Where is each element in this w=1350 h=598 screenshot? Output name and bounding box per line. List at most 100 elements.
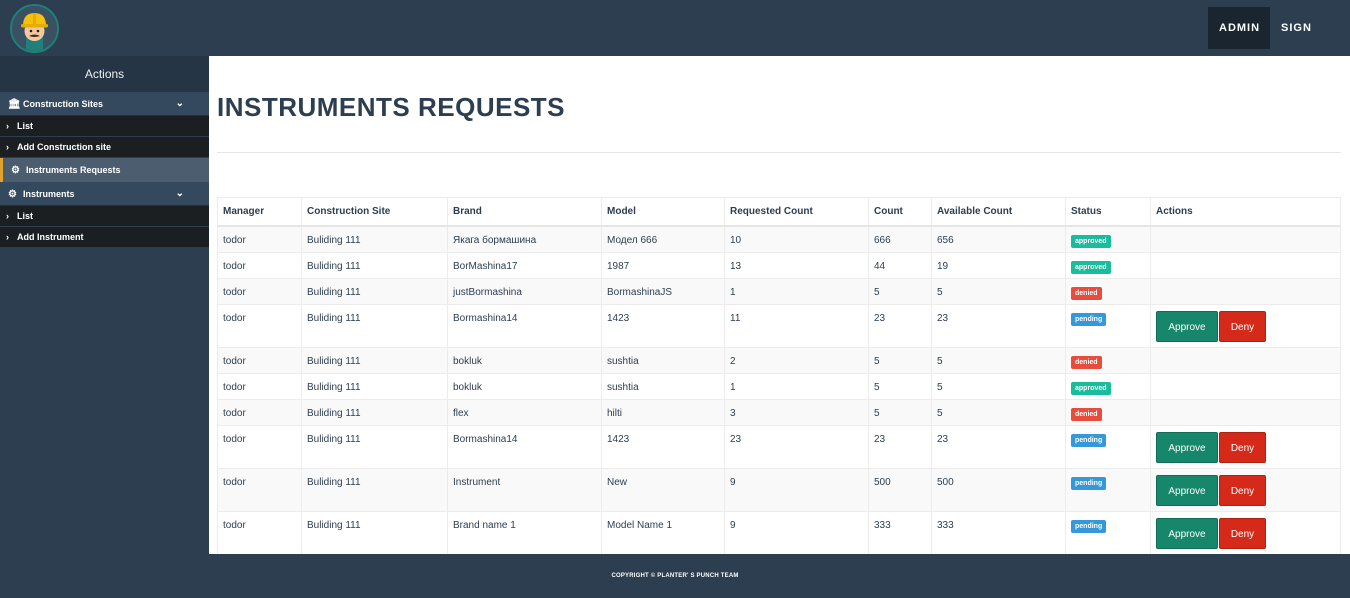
status-badge: pending [1071, 313, 1107, 326]
cell-count: 23 [868, 304, 932, 348]
status-badge: denied [1071, 408, 1102, 421]
sidebar-item-instruments-list[interactable]: › List [0, 206, 209, 227]
sidebar-item-sites-list[interactable]: › List [0, 116, 209, 137]
table-row: todor Buliding 111 justBormashina Bormashin… [217, 278, 1341, 305]
cell-count: 5 [868, 373, 932, 400]
sidebar-item-instruments-requests[interactable]: ⚙ Instruments Requests [0, 158, 209, 182]
cell-status: denied [1065, 399, 1151, 426]
cell-site: Buliding 111 [301, 252, 448, 279]
cell-status: pending [1065, 511, 1151, 554]
admin-button[interactable]: ADMIN [1208, 7, 1270, 49]
cell-actions [1150, 347, 1341, 374]
sidebar-group-label: Construction Sites [23, 99, 104, 109]
cell-brand: Brand name 1 [447, 511, 602, 554]
cell-brand: bokluk [447, 347, 602, 374]
gears-icon: ⚙ [11, 165, 20, 176]
column-header: Construction Site [301, 197, 448, 227]
cell-site: Buliding 111 [301, 278, 448, 305]
cell-count: 5 [868, 399, 932, 426]
cell-site: Buliding 111 [301, 468, 448, 512]
cell-brand: Якага бормашина [447, 225, 602, 253]
cell-status: pending [1065, 425, 1151, 469]
table-row: todor Buliding 111 Brand name 1 Model Name … [217, 511, 1341, 554]
table-row: todor Buliding 111 Bormashina14 1423 23 23 23 p… [217, 425, 1341, 469]
sidebar-item-label: List [17, 211, 34, 221]
divider [217, 152, 1341, 153]
deny-button[interactable]: Deny [1219, 518, 1266, 549]
page-title: INSTRUMENTS REQUESTS [217, 92, 566, 122]
sidebar-item-add-instrument[interactable]: › Add Instrument [0, 227, 209, 248]
chevron-right-icon: › [6, 121, 9, 131]
sidebar-item-label: Instruments Requests [26, 165, 121, 175]
cell-model: Model Name 1 [601, 511, 725, 554]
cell-brand: Bormashina14 [447, 304, 602, 348]
cell-manager: todor [217, 347, 302, 374]
cell-actions [1150, 373, 1341, 400]
cell-manager: todor [217, 468, 302, 512]
cell-available: 5 [931, 399, 1066, 426]
logo-builder-avatar-icon[interactable] [10, 4, 59, 53]
cell-available: 500 [931, 468, 1066, 512]
column-header: Status [1065, 197, 1151, 227]
column-header: Manager [217, 197, 302, 227]
sidebar-group-label: Instruments [23, 189, 75, 199]
column-header: Actions [1150, 197, 1341, 227]
status-badge: pending [1071, 477, 1107, 490]
cell-status: approved [1065, 225, 1151, 253]
sidebar-group-construction-sites[interactable]: 🏛 Construction Sites ⌄ [0, 92, 209, 116]
main-content: INSTRUMENTS REQUESTS Manager Constructio… [209, 56, 1350, 554]
cell-available: 23 [931, 425, 1066, 469]
status-badge: pending [1071, 520, 1107, 533]
column-header: Requested Count [724, 197, 869, 227]
approve-button[interactable]: Approve [1156, 518, 1218, 549]
column-header: Model [601, 197, 725, 227]
cell-site: Buliding 111 [301, 347, 448, 374]
cell-requested: 3 [724, 399, 869, 426]
cell-available: 333 [931, 511, 1066, 554]
cell-status: denied [1065, 347, 1151, 374]
table-row: todor Buliding 111 flex hilti 3 5 5 denied [217, 399, 1341, 426]
cell-available: 656 [931, 225, 1066, 253]
cell-manager: todor [217, 225, 302, 253]
deny-button[interactable]: Deny [1219, 311, 1266, 342]
cell-brand: Instrument [447, 468, 602, 512]
sidebar-item-label: Add Construction site [17, 142, 111, 152]
status-badge: denied [1071, 356, 1102, 369]
cell-site: Buliding 111 [301, 304, 448, 348]
approve-button[interactable]: Approve [1156, 475, 1218, 506]
sidebar: Actions 🏛 Construction Sites ⌄ › List › Add… [0, 56, 209, 554]
cell-model: 1987 [601, 252, 725, 279]
cell-actions [1150, 252, 1341, 279]
column-header: Available Count [931, 197, 1066, 227]
sidebar-item-add-construction-site[interactable]: › Add Construction site [0, 137, 209, 158]
cell-status: pending [1065, 468, 1151, 512]
approve-button[interactable]: Approve [1156, 432, 1218, 463]
cell-manager: todor [217, 252, 302, 279]
status-badge: approved [1071, 382, 1111, 395]
sidebar-group-instruments[interactable]: ⚙ Instruments ⌄ [0, 182, 209, 206]
cell-site: Buliding 111 [301, 511, 448, 554]
cell-model: BormashinaJS [601, 278, 725, 305]
status-badge: pending [1071, 434, 1107, 447]
cell-actions: Approve Deny [1150, 304, 1341, 348]
cell-available: 19 [931, 252, 1066, 279]
deny-button[interactable]: Deny [1219, 475, 1266, 506]
cell-count: 23 [868, 425, 932, 469]
cell-model: sushtia [601, 373, 725, 400]
deny-button[interactable]: Deny [1219, 432, 1266, 463]
cell-available: 5 [931, 347, 1066, 374]
cell-count: 333 [868, 511, 932, 554]
cell-site: Buliding 111 [301, 399, 448, 426]
table-row: todor Buliding 111 Bormashina14 1423 11 23 23 p… [217, 304, 1341, 348]
cell-available: 23 [931, 304, 1066, 348]
cell-brand: justBormashina [447, 278, 602, 305]
cell-requested: 13 [724, 252, 869, 279]
cell-available: 5 [931, 278, 1066, 305]
approve-button[interactable]: Approve [1156, 311, 1218, 342]
signout-button[interactable]: SIGN OUT [1270, 7, 1350, 76]
cell-brand: bokluk [447, 373, 602, 400]
cell-manager: todor [217, 278, 302, 305]
cell-actions: Approve Deny [1150, 468, 1341, 512]
table-row: todor Buliding 111 Instrument New 9 500 500 pen… [217, 468, 1341, 512]
chevron-down-icon: ⌄ [175, 188, 184, 199]
